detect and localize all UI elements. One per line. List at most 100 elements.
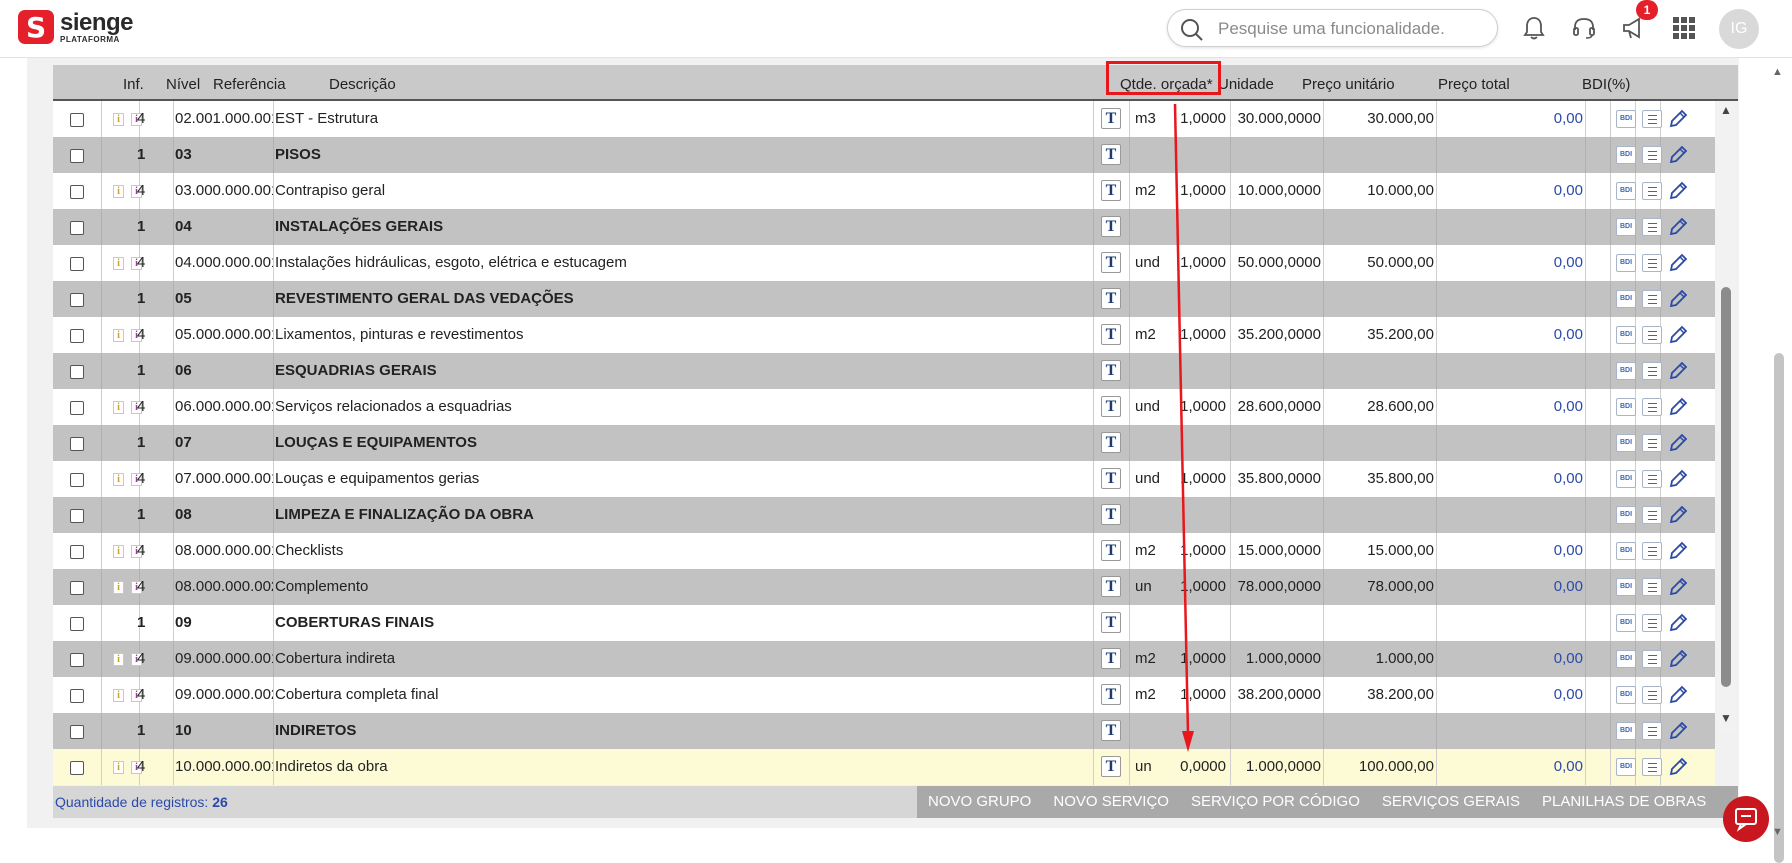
service-row[interactable]: i i 4 10.000.000.001 Indiretos da obra T 0,000… (53, 749, 1715, 785)
bdi-button[interactable]: BDI (1616, 110, 1636, 128)
bdi-button[interactable]: BDI (1616, 182, 1636, 200)
user-avatar[interactable]: IG (1719, 9, 1759, 49)
text-button[interactable]: T (1101, 396, 1121, 417)
header-unidade[interactable]: Unidade (1218, 76, 1274, 93)
row-checkbox[interactable] (70, 545, 84, 559)
info-icon[interactable]: i (113, 401, 124, 414)
list-button[interactable] (1642, 722, 1662, 740)
group-row[interactable]: 1 08 LIMPEZA E FINALIZAÇÃO DA OBRA T BDI (53, 497, 1715, 533)
row-checkbox[interactable] (70, 617, 84, 631)
servico-por-codigo-button[interactable]: SERVIÇO POR CÓDIGO (1180, 786, 1371, 818)
row-checkbox[interactable] (70, 761, 84, 775)
bdi-button[interactable]: BDI (1616, 290, 1636, 308)
text-button[interactable]: T (1101, 216, 1121, 237)
edit-pencil-icon[interactable] (1667, 612, 1689, 634)
cell-bdi[interactable]: 0,00 (1438, 533, 1583, 569)
bdi-button[interactable]: BDI (1616, 650, 1636, 668)
service-row[interactable]: i i 4 07.000.000.001 Louças e equipamentos g… (53, 461, 1715, 497)
list-button[interactable] (1642, 362, 1662, 380)
group-row[interactable]: 1 09 COBERTURAS FINAIS T BDI (53, 605, 1715, 641)
list-button[interactable] (1642, 434, 1662, 452)
text-button[interactable]: T (1101, 108, 1121, 129)
sienge-logo[interactable]: S sienge PLATAFORMA (18, 10, 134, 44)
info-icon[interactable]: i (113, 545, 124, 558)
cell-bdi[interactable]: 0,00 (1438, 569, 1583, 605)
edit-pencil-icon[interactable] (1667, 144, 1689, 166)
list-button[interactable] (1642, 542, 1662, 560)
grid-scroll-down-icon[interactable]: ▼ (1720, 711, 1732, 725)
cell-bdi[interactable]: 0,00 (1438, 101, 1583, 137)
text-button[interactable]: T (1101, 324, 1121, 345)
edit-pencil-icon[interactable] (1667, 216, 1689, 238)
row-checkbox[interactable] (70, 365, 84, 379)
row-checkbox[interactable] (70, 653, 84, 667)
text-button[interactable]: T (1101, 720, 1121, 741)
text-button[interactable]: T (1101, 756, 1121, 777)
edit-pencil-icon[interactable] (1667, 360, 1689, 382)
list-button[interactable] (1642, 470, 1662, 488)
row-checkbox[interactable] (70, 221, 84, 235)
list-button[interactable] (1642, 506, 1662, 524)
text-button[interactable]: T (1101, 180, 1121, 201)
grid-scrollbar[interactable]: ▲ ▼ (1717, 101, 1735, 731)
text-button[interactable]: T (1101, 252, 1121, 273)
info-icon[interactable]: i (113, 653, 124, 666)
servicos-gerais-button[interactable]: SERVIÇOS GERAIS (1371, 786, 1531, 818)
text-button[interactable]: T (1101, 504, 1121, 525)
group-row[interactable]: 1 07 LOUÇAS E EQUIPAMENTOS T BDI (53, 425, 1715, 461)
list-button[interactable] (1642, 578, 1662, 596)
search-input[interactable] (1218, 18, 1488, 40)
cell-bdi[interactable]: 0,00 (1438, 677, 1583, 713)
planilhas-de-obras-button[interactable]: PLANILHAS DE OBRAS (1531, 786, 1717, 818)
bdi-button[interactable]: BDI (1616, 218, 1636, 236)
text-button[interactable]: T (1101, 648, 1121, 669)
group-row[interactable]: 1 05 REVESTIMENTO GERAL DAS VEDAÇÕES T BDI (53, 281, 1715, 317)
bdi-button[interactable]: BDI (1616, 254, 1636, 272)
list-button[interactable] (1642, 758, 1662, 776)
edit-pencil-icon[interactable] (1667, 684, 1689, 706)
edit-pencil-icon[interactable] (1667, 468, 1689, 490)
row-checkbox[interactable] (70, 113, 84, 127)
apps-grid-icon[interactable] (1670, 14, 1698, 42)
bdi-button[interactable]: BDI (1616, 506, 1636, 524)
group-row[interactable]: 1 10 INDIRETOS T BDI (53, 713, 1715, 749)
row-checkbox[interactable] (70, 149, 84, 163)
row-checkbox[interactable] (70, 689, 84, 703)
row-checkbox[interactable] (70, 257, 84, 271)
info-icon[interactable]: i (113, 581, 124, 594)
scroll-down-icon[interactable]: ▼ (1772, 826, 1783, 838)
header-nivel[interactable]: Nível (166, 76, 200, 93)
search-box[interactable] (1167, 9, 1498, 47)
edit-pencil-icon[interactable] (1667, 288, 1689, 310)
bdi-button[interactable]: BDI (1616, 722, 1636, 740)
novo-grupo-button[interactable]: NOVO GRUPO (917, 786, 1042, 818)
edit-pencil-icon[interactable] (1667, 720, 1689, 742)
info-icon[interactable]: i (113, 257, 124, 270)
bdi-button[interactable]: BDI (1616, 686, 1636, 704)
row-checkbox[interactable] (70, 293, 84, 307)
row-checkbox[interactable] (70, 437, 84, 451)
header-inf[interactable]: Inf. (123, 76, 144, 93)
page-scrollbar[interactable]: ▲ ▼ (1766, 58, 1792, 863)
edit-pencil-icon[interactable] (1667, 576, 1689, 598)
list-button[interactable] (1642, 110, 1662, 128)
row-checkbox[interactable] (70, 509, 84, 523)
header-preco-total[interactable]: Preço total (1438, 76, 1510, 93)
edit-pencil-icon[interactable] (1667, 180, 1689, 202)
list-button[interactable] (1642, 326, 1662, 344)
row-checkbox[interactable] (70, 725, 84, 739)
scroll-up-icon[interactable]: ▲ (1772, 66, 1783, 78)
bell-icon[interactable] (1520, 14, 1548, 42)
list-button[interactable] (1642, 650, 1662, 668)
service-row[interactable]: i i 4 08.000.000.002 Complemento T 1,0000 un 78.… (53, 569, 1715, 605)
header-referencia[interactable]: Referência (213, 76, 286, 93)
edit-pencil-icon[interactable] (1667, 252, 1689, 274)
info-icon[interactable]: i (113, 113, 124, 126)
row-checkbox[interactable] (70, 401, 84, 415)
edit-pencil-icon[interactable] (1667, 648, 1689, 670)
service-row[interactable]: i i 4 03.000.000.001 Contrapiso geral T 1,0000… (53, 173, 1715, 209)
list-button[interactable] (1642, 218, 1662, 236)
edit-pencil-icon[interactable] (1667, 504, 1689, 526)
text-button[interactable]: T (1101, 360, 1121, 381)
list-button[interactable] (1642, 254, 1662, 272)
